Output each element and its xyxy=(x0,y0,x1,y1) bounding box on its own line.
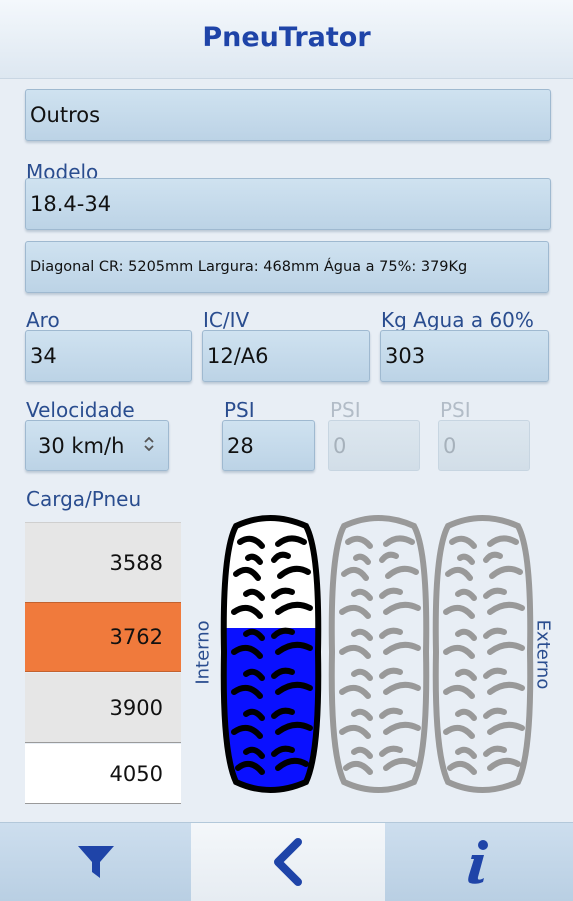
psi-field-3: 0 xyxy=(438,420,530,471)
psi-field-1[interactable]: 28 xyxy=(222,420,315,471)
speed-label: Velocidade xyxy=(26,398,135,422)
load-label: Carga/Pneu xyxy=(26,487,142,511)
psi-value-2: 0 xyxy=(333,433,347,458)
speed-spinner[interactable]: 30 km/h xyxy=(25,420,169,471)
speed-value: 30 km/h xyxy=(38,433,125,458)
load-option-value: 3588 xyxy=(109,550,163,575)
bottom-nav xyxy=(0,822,573,901)
model-select[interactable]: 18.4-34 xyxy=(25,178,551,230)
psi-label-1: PSI xyxy=(224,398,255,422)
load-option-value: 3900 xyxy=(109,695,163,720)
iciv-field[interactable]: 12/A6 xyxy=(202,330,370,382)
load-option-value: 3762 xyxy=(109,625,163,649)
load-option[interactable]: 3588 xyxy=(25,522,181,602)
psi-value-3: 0 xyxy=(443,433,457,458)
load-option[interactable]: 3900 xyxy=(25,673,181,743)
aro-label: Aro xyxy=(26,308,60,332)
spinner-arrows-icon xyxy=(144,437,154,451)
load-option[interactable]: 4050 xyxy=(25,744,181,804)
tire-info-box: Diagonal CR: 5205mm Largura: 468mm Água … xyxy=(25,241,549,293)
info-tab[interactable] xyxy=(385,823,573,901)
load-option-selected[interactable]: 3762 xyxy=(25,602,181,672)
model-value: 18.4-34 xyxy=(30,192,112,216)
psi-value-1: 28 xyxy=(227,433,254,458)
inner-tire[interactable] xyxy=(218,515,328,802)
water-field[interactable]: 303 xyxy=(380,330,549,382)
app-header: PneuTrator xyxy=(0,0,573,79)
aro-value: 34 xyxy=(30,344,57,368)
brand-value: Outros xyxy=(30,103,101,127)
water-value: 303 xyxy=(385,344,426,368)
aro-field[interactable]: 34 xyxy=(25,330,192,382)
filter-icon xyxy=(77,846,114,878)
brand-select[interactable]: Outros xyxy=(25,89,551,141)
back-tab[interactable] xyxy=(191,823,385,901)
psi-label-2: PSI xyxy=(330,398,361,422)
middle-tire[interactable] xyxy=(328,515,430,793)
load-option-value: 4050 xyxy=(109,761,163,786)
load-picker[interactable]: 3588 3762 3900 4050 xyxy=(25,510,181,804)
outer-tire[interactable] xyxy=(432,515,534,793)
water-label: Kg Agua a 60% xyxy=(381,308,534,332)
psi-label-3: PSI xyxy=(440,398,471,422)
chevron-left-icon xyxy=(274,838,302,886)
filter-tab[interactable] xyxy=(0,823,191,901)
inner-tire-label: Interno xyxy=(192,620,214,685)
iciv-value: 12/A6 xyxy=(207,344,269,368)
tire-info-text: Diagonal CR: 5205mm Largura: 468mm Água … xyxy=(30,259,468,275)
tire-diagram[interactable] xyxy=(218,512,548,802)
iciv-label: IC/IV xyxy=(203,308,250,332)
app-title: PneuTrator xyxy=(202,22,371,53)
info-icon xyxy=(468,840,488,884)
psi-field-2: 0 xyxy=(328,420,420,471)
